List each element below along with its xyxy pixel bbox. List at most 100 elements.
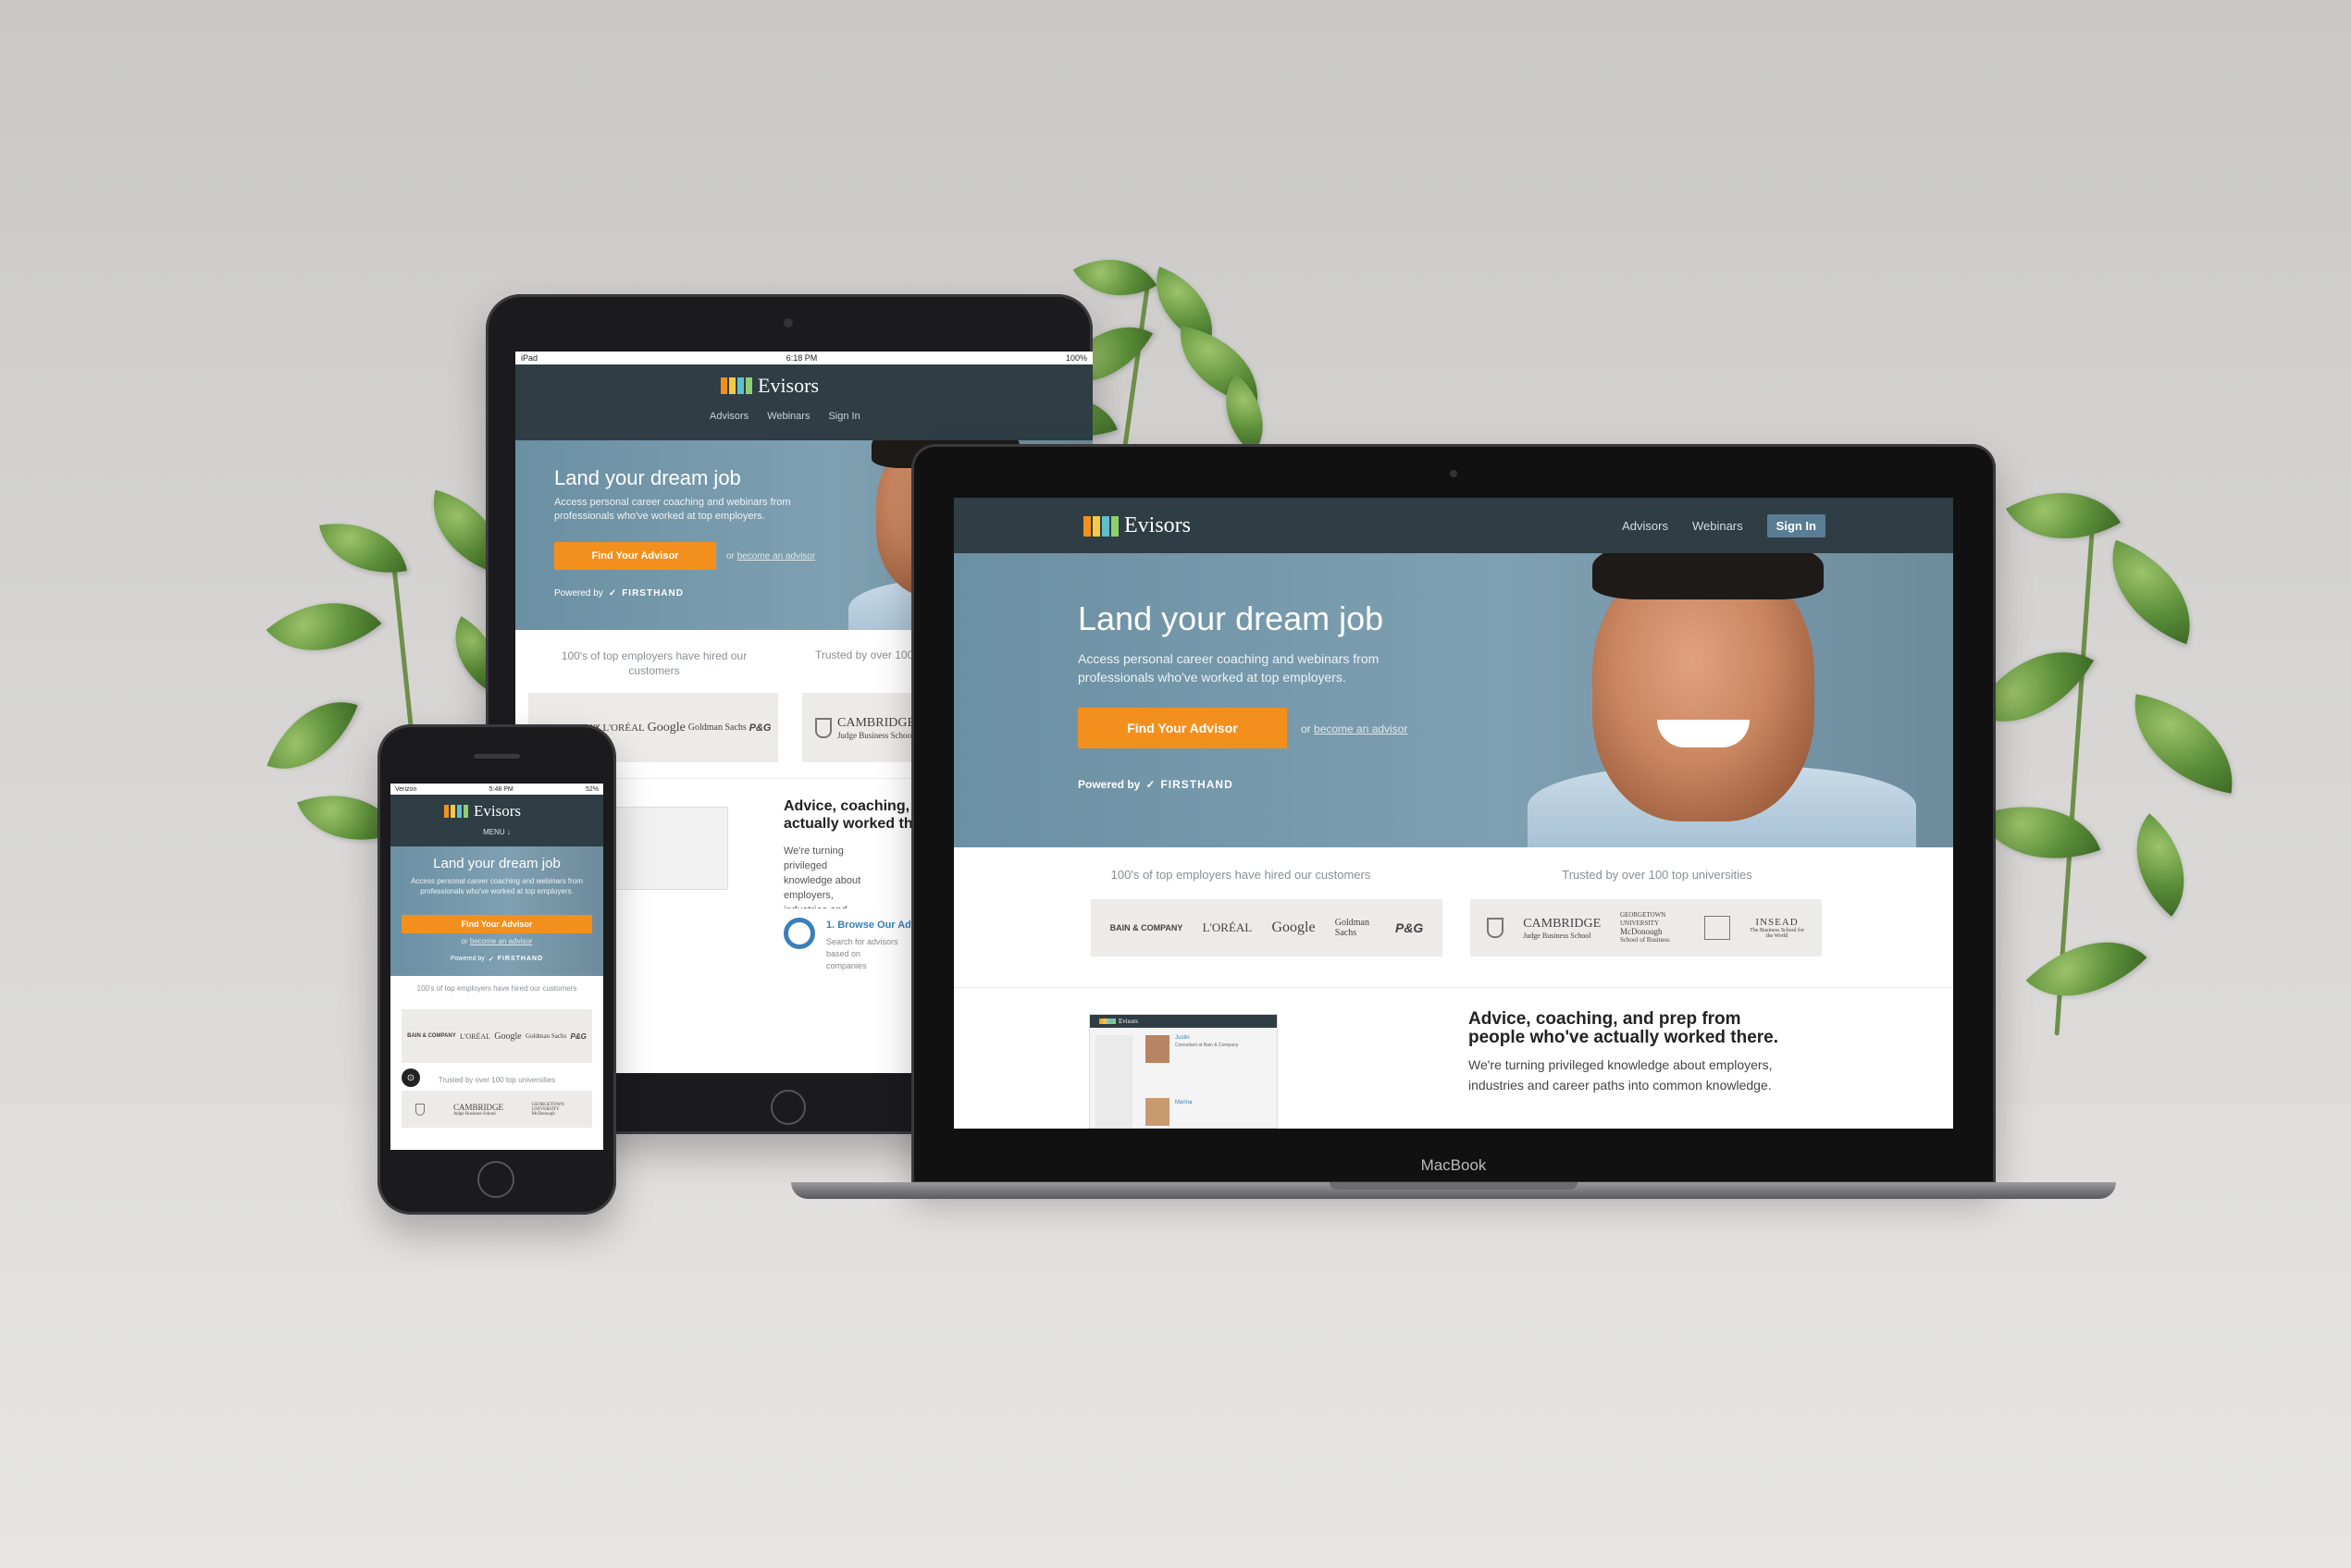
- logo-google: Google: [1271, 920, 1316, 935]
- mini-nav: Evisors: [1090, 1015, 1277, 1028]
- tablet-become-advisor: or become an advisor: [726, 551, 815, 562]
- laptop-feature-body: We're turning privileged knowledge about…: [1468, 1057, 1773, 1093]
- phone-find-advisor-button[interactable]: Find Your Advisor: [402, 915, 592, 933]
- logo-google: Google: [494, 1031, 522, 1042]
- laptop-universities-heading: Trusted by over 100 top universities: [1562, 868, 1752, 882]
- laptop-hero: Land your dream job Access personal care…: [954, 553, 1953, 847]
- laptop-partner-name: FIRSTHAND: [1160, 778, 1233, 791]
- laptop-or-text: or: [1301, 722, 1311, 735]
- search-icon: [784, 918, 815, 949]
- laptop-employers-logos: BAIN & COMPANY L'ORÉAL Google Goldman Sa…: [1091, 899, 1442, 957]
- tablet-home-button[interactable]: [771, 1090, 806, 1125]
- phone-battery: 52%: [585, 785, 599, 793]
- logo-loreal: L'ORÉAL: [1202, 920, 1253, 934]
- phone-universities-logos: CAMBRIDGE Judge Business School GEORGETO…: [402, 1091, 592, 1128]
- mini-logo-text: Evisors: [1119, 1018, 1138, 1025]
- phone-home-button[interactable]: [477, 1161, 514, 1198]
- laptop-device: Evisors Advisors Webinars Sign In Land y…: [911, 444, 1996, 1184]
- phone-logo-text: Evisors: [474, 802, 521, 820]
- tablet-powered-by: Powered by ✓ FIRSTHAND: [554, 588, 684, 599]
- firsthand-icon: ✓: [608, 588, 617, 599]
- logo-georgetown-school: McDonough: [1620, 927, 1663, 936]
- phone-logo[interactable]: Evisors: [444, 802, 521, 821]
- logo-goldman: Goldman Sachs: [526, 1032, 567, 1040]
- laptop-hero-title: Land your dream job: [1078, 599, 1384, 637]
- logo-georgetown-name: GEORGETOWN UNIVERSITY: [531, 1102, 564, 1112]
- tablet-battery: 100%: [1065, 353, 1087, 363]
- tablet-nav: Evisors Advisors Webinars Sign In: [515, 364, 1093, 440]
- hero-smile: [1657, 720, 1750, 747]
- phone-screen: Verizon 5:48 PM 52% Evisors MENU ↓ Land …: [390, 784, 603, 1150]
- logo-bars-icon: [1083, 515, 1119, 537]
- logo-georgetown: GEORGETOWN UNIVERSITY McDonough: [532, 1103, 578, 1117]
- phone-speaker: [474, 754, 520, 759]
- laptop-brand-label: MacBook: [1420, 1156, 1487, 1174]
- logo-cambridge-name: CAMBRIDGE: [837, 715, 916, 730]
- mini-sidebar: [1095, 1035, 1132, 1128]
- logo-cambridge-sub: Judge Business School: [837, 730, 914, 740]
- phone-powered-by-text: Powered by: [450, 956, 485, 962]
- tablet-hero-subtitle: Access personal career coaching and webi…: [554, 497, 791, 522]
- tablet-nav-webinars[interactable]: Webinars: [767, 411, 810, 422]
- tablet-become-advisor-link[interactable]: become an advisor: [737, 551, 816, 562]
- phone-menu-label: MENU: [483, 828, 505, 836]
- tablet-feature-body: We're turning privileged knowledge about…: [784, 846, 861, 908]
- laptop-powered-by-text: Powered by: [1078, 778, 1141, 791]
- logo-georgetown-sub: School of Business: [1620, 936, 1670, 944]
- phone-menu-button[interactable]: MENU ↓: [390, 828, 603, 836]
- laptop-signin-button[interactable]: Sign In: [1766, 514, 1825, 537]
- phone-partner-name: FIRSTHAND: [497, 956, 544, 962]
- logo-bars-icon: [721, 377, 752, 394]
- phone-device: Verizon 5:48 PM 52% Evisors MENU ↓ Land …: [377, 724, 616, 1215]
- logo-goldman: Goldman Sachs: [687, 722, 747, 733]
- laptop-feature-section: Evisors Justin Consultant at Bain & Comp…: [954, 988, 1953, 1129]
- logo-cambridge-sub: Judge Business School: [452, 1111, 496, 1117]
- firsthand-icon: ✓: [488, 957, 494, 963]
- tablet-nav-advisors[interactable]: Advisors: [710, 411, 749, 422]
- laptop-universities-logos: CAMBRIDGE Judge Business School GEORGETO…: [1470, 899, 1822, 957]
- firsthand-icon: ✓: [1145, 778, 1156, 791]
- tablet-logo[interactable]: Evisors: [721, 374, 819, 398]
- phone-carrier: Verizon: [395, 785, 417, 793]
- laptop-nav-webinars[interactable]: Webinars: [1692, 519, 1743, 533]
- logo-cambridge: CAMBRIDGE Judge Business School: [453, 1103, 503, 1117]
- logo-loreal: L'ORÉAL: [460, 1031, 490, 1041]
- logo-insead-sub: The Business School for the World: [1750, 928, 1804, 939]
- tablet-logo-text: Evisors: [758, 374, 819, 397]
- laptop-nav: Evisors Advisors Webinars Sign In: [954, 498, 1953, 553]
- tablet-find-advisor-button[interactable]: Find Your Advisor: [554, 542, 716, 570]
- logo-georgetown-school: McDonough: [531, 1111, 555, 1117]
- phone-nav: Evisors MENU ↓: [390, 795, 603, 846]
- logo-google: Google: [647, 720, 686, 735]
- logo-cambridge: CAMBRIDGE Judge Business School: [1523, 917, 1601, 940]
- laptop-nav-advisors[interactable]: Advisors: [1622, 519, 1668, 533]
- phone-employers-logos: BAIN & COMPANY L'ORÉAL Google Goldman Sa…: [402, 1009, 592, 1063]
- logo-loreal: L'ORÉAL: [602, 722, 645, 734]
- logo-cambridge-name: CAMBRIDGE: [1523, 916, 1602, 931]
- mini-avatar-2: [1145, 1098, 1169, 1126]
- phone-become-advisor-link[interactable]: become an advisor: [470, 937, 533, 945]
- logo-bars-icon: [444, 805, 468, 818]
- mini-profile-name-2: Marina: [1175, 1100, 1193, 1105]
- phone-trust-section: 100's of top employers have hired our cu…: [390, 976, 603, 1150]
- tablet-nav-links: Advisors Webinars Sign In: [710, 411, 860, 422]
- phone-powered-by: Powered by ✓ FIRSTHAND: [390, 956, 603, 963]
- laptop-become-advisor: or become an advisor: [1301, 722, 1407, 735]
- laptop-become-advisor-link[interactable]: become an advisor: [1314, 722, 1407, 735]
- phone-become-advisor: or become an advisor: [390, 937, 603, 945]
- laptop-logo[interactable]: Evisors: [1083, 513, 1191, 538]
- phone-time: 5:48 PM: [489, 785, 514, 793]
- phone-hero-title: Land your dream job: [433, 856, 561, 871]
- laptop-feature-screenshot: Evisors Justin Consultant at Bain & Comp…: [1089, 1014, 1278, 1129]
- laptop-find-advisor-button[interactable]: Find Your Advisor: [1078, 708, 1287, 748]
- logo-pg: P&G: [749, 722, 772, 734]
- laptop-powered-by: Powered by ✓ FIRSTHAND: [1078, 778, 1233, 791]
- phone-status-bar: Verizon 5:48 PM 52%: [390, 784, 603, 795]
- logo-bain: BAIN & COMPANY: [1109, 923, 1183, 932]
- logo-bain: BAIN & COMPANY: [407, 1033, 456, 1039]
- logo-insead: INSEAD The Business School for the World: [1750, 917, 1805, 939]
- mini-profile-role: Consultant at Bain & Company: [1175, 1043, 1239, 1048]
- tablet-nav-signin[interactable]: Sign In: [828, 411, 860, 422]
- laptop-feature-heading: Advice, coaching, and prep from people w…: [1468, 1009, 1779, 1047]
- tablet-hero-title: Land your dream job: [554, 466, 741, 489]
